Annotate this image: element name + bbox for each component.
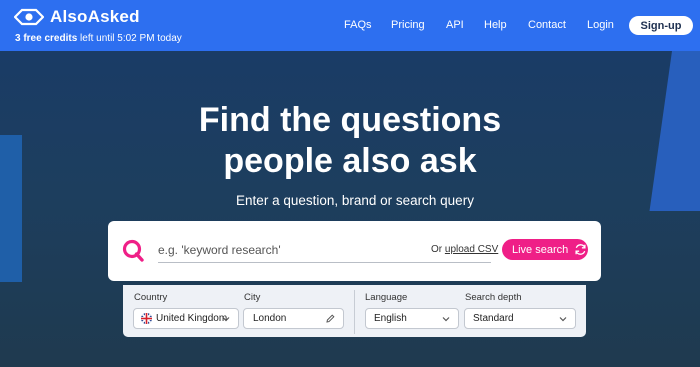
- search-q-icon: [122, 239, 144, 262]
- chevron-down-icon: [559, 317, 567, 322]
- live-search-button[interactable]: Live search: [502, 239, 588, 260]
- nav-pricing[interactable]: Pricing: [391, 19, 425, 31]
- nav-faqs[interactable]: FAQs: [344, 19, 372, 31]
- nav-contact[interactable]: Contact: [528, 19, 566, 31]
- hero-section: Find the questions people also ask Enter…: [0, 51, 700, 367]
- city-input[interactable]: London: [243, 308, 344, 329]
- refresh-icon: [575, 244, 586, 255]
- language-value: English: [374, 313, 407, 324]
- country-value: United Kingdom: [156, 313, 228, 324]
- credits-notice: 3 free credits left until 5:02 PM today: [15, 33, 182, 44]
- uk-flag-icon: [141, 313, 152, 324]
- chevron-down-icon: [222, 317, 230, 322]
- credits-count: 3 free credits: [15, 33, 78, 44]
- search-depth-value: Standard: [473, 313, 514, 324]
- options-divider: [354, 290, 355, 334]
- country-select[interactable]: United Kingdom: [133, 308, 239, 329]
- nav-help[interactable]: Help: [484, 19, 507, 31]
- language-select[interactable]: English: [365, 308, 459, 329]
- subheadline: Enter a question, brand or search query: [236, 193, 474, 208]
- search-depth-select[interactable]: Standard: [464, 308, 576, 329]
- search-options-panel: Country United Kingdom City London Langu…: [123, 285, 586, 337]
- search-card: Or upload CSV Live search: [108, 221, 601, 281]
- city-value: London: [253, 313, 287, 324]
- headline-line-2: people also ask: [223, 142, 477, 180]
- logo-text: AlsoAsked: [50, 7, 140, 26]
- alsoasked-logo-icon: [14, 8, 44, 26]
- or-label: Or: [431, 244, 445, 255]
- country-label: Country: [134, 292, 168, 303]
- pencil-icon: [326, 314, 335, 323]
- city-label: City: [244, 292, 261, 303]
- upload-csv-prompt: Or upload CSV: [431, 244, 498, 255]
- nav-login[interactable]: Login: [587, 19, 614, 31]
- headline-line-1: Find the questions: [198, 101, 502, 139]
- upload-csv-link[interactable]: upload CSV: [445, 244, 498, 255]
- search-depth-label: Search depth: [465, 292, 522, 303]
- signup-button[interactable]: Sign-up: [629, 16, 693, 35]
- language-label: Language: [365, 292, 408, 303]
- credits-expiry: left until 5:02 PM today: [77, 33, 182, 44]
- live-search-label: Live search: [512, 243, 569, 256]
- nav-api[interactable]: API: [446, 19, 464, 31]
- top-navigation-bar: AlsoAsked 3 free credits left until 5:02…: [0, 0, 700, 51]
- logo[interactable]: AlsoAsked: [14, 7, 140, 27]
- chevron-down-icon: [442, 317, 450, 322]
